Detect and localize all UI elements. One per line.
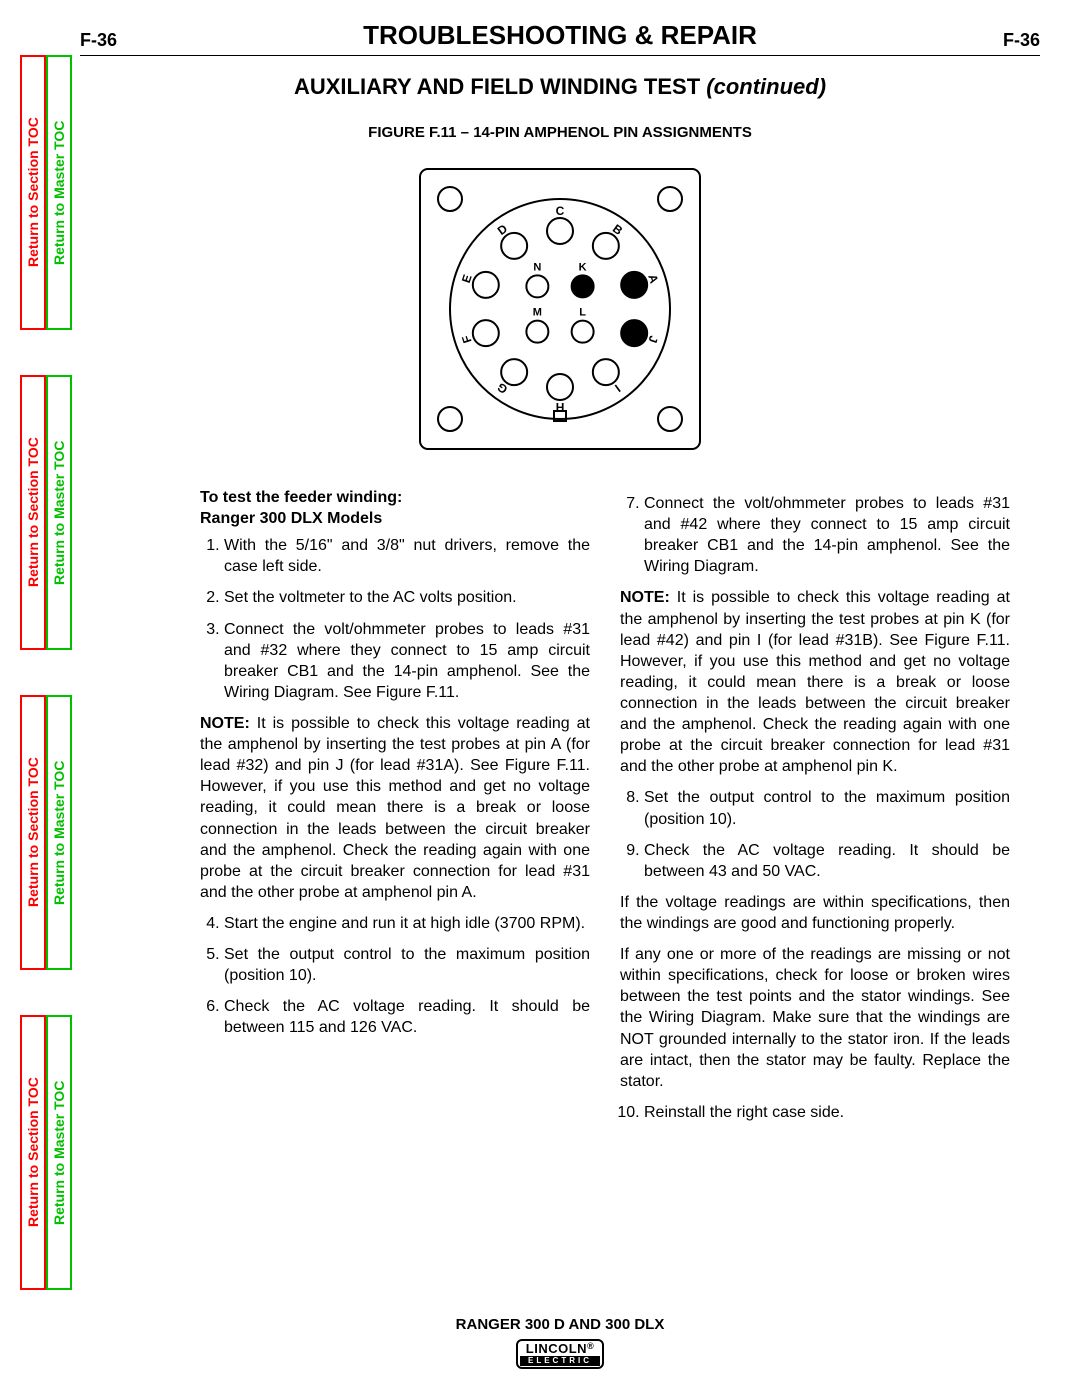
lincoln-electric-logo: LINCOLN® ELECTRIC [516, 1339, 604, 1369]
return-section-toc-link[interactable]: Return to Section TOC [20, 1015, 46, 1290]
pin-k [572, 275, 594, 297]
return-master-toc-link[interactable]: Return to Master TOC [46, 55, 72, 330]
pin-h [547, 374, 573, 400]
page-header: F-36 TROUBLESHOOTING & REPAIR F-36 [80, 20, 1040, 51]
procedure-steps-1-3: With the 5/16" and 3/8" nut drivers, rem… [200, 535, 590, 703]
footer-model: RANGER 300 D AND 300 DLX [80, 1316, 1040, 1333]
procedure-heading-line2: Ranger 300 DLX Models [200, 510, 382, 527]
test-title-continued: (continued) [706, 74, 826, 99]
side-nav-tabs: Return to Section TOC Return to Section … [20, 55, 72, 1335]
pin-label-l: L [579, 307, 586, 319]
step-2: Set the voltmeter to the AC volts positi… [224, 587, 590, 608]
step-1: With the 5/16" and 3/8" nut drivers, rem… [224, 535, 590, 577]
pin-label-a: A [645, 272, 661, 285]
note-2-label: NOTE: [620, 589, 670, 606]
pin-label-j: J [646, 334, 661, 345]
pin-i [593, 359, 619, 385]
step-9: Check the AC voltage reading. It should … [644, 840, 1010, 882]
left-column: To test the feeder winding: Ranger 300 D… [200, 487, 590, 1133]
page-footer: RANGER 300 D AND 300 DLX LINCOLN® ELECTR… [80, 1316, 1040, 1369]
return-master-toc-link[interactable]: Return to Master TOC [46, 375, 72, 650]
pin-b [593, 233, 619, 259]
note-1-text: It is possible to check this voltage rea… [200, 715, 590, 901]
step-5: Set the output control to the maximum po… [224, 944, 590, 986]
note-2: NOTE: It is possible to check this volta… [620, 587, 1010, 777]
procedure-steps-4-6: Start the engine and run it at high idle… [200, 913, 590, 1039]
pin-e [473, 272, 499, 298]
pin-label-k: K [579, 261, 587, 273]
logo-brand: LINCOLN [526, 1341, 587, 1356]
pin-f [473, 320, 499, 346]
step-4: Start the engine and run it at high idle… [224, 913, 590, 934]
pin-j [621, 320, 647, 346]
note-1-label: NOTE: [200, 715, 250, 732]
page-number-right: F-36 [1003, 30, 1040, 51]
step-3: Connect the volt/ohmmeter probes to lead… [224, 619, 590, 703]
procedure-step-7: Connect the volt/ohmmeter probes to lead… [620, 493, 1010, 577]
pin-label-h: H [556, 400, 565, 414]
test-title-text: AUXILIARY AND FIELD WINDING TEST [294, 74, 706, 99]
pin-label-i: I [612, 382, 623, 395]
return-section-toc-link[interactable]: Return to Section TOC [20, 695, 46, 970]
return-master-toc-link[interactable]: Return to Master TOC [46, 695, 72, 970]
step-6: Check the AC voltage reading. It should … [224, 996, 590, 1038]
procedure-heading-line1: To test the feeder winding: [200, 489, 402, 506]
logo-subbrand: ELECTRIC [520, 1356, 600, 1366]
logo-registered-icon: ® [587, 1341, 594, 1351]
header-rule [80, 55, 1040, 56]
pin-n [526, 275, 548, 297]
right-column: Connect the volt/ohmmeter probes to lead… [620, 487, 1010, 1133]
step-7: Connect the volt/ohmmeter probes to lead… [644, 493, 1010, 577]
pin-g [501, 359, 527, 385]
pin-label-c: C [556, 204, 565, 218]
step-8: Set the output control to the maximum po… [644, 787, 1010, 829]
pin-label-f: F [459, 334, 475, 345]
procedure-heading: To test the feeder winding: Ranger 300 D… [200, 487, 590, 529]
figure-caption: FIGURE F.11 – 14-PIN AMPHENOL PIN ASSIGN… [80, 124, 1040, 141]
return-section-toc-link[interactable]: Return to Section TOC [20, 375, 46, 650]
amphenol-diagram: CBAJIHGFED KLMN [410, 159, 710, 459]
pin-c [547, 218, 573, 244]
pin-d [501, 233, 527, 259]
pin-m [526, 321, 548, 343]
return-section-toc-link[interactable]: Return to Section TOC [20, 55, 46, 330]
pin-label-m: M [533, 307, 542, 319]
test-title: AUXILIARY AND FIELD WINDING TEST (contin… [80, 74, 1040, 100]
pin-a [621, 272, 647, 298]
section-title: TROUBLESHOOTING & REPAIR [117, 20, 1003, 51]
procedure-steps-8-9: Set the output control to the maximum po… [620, 787, 1010, 881]
return-master-toc-link[interactable]: Return to Master TOC [46, 1015, 72, 1290]
page-number-left: F-36 [80, 30, 117, 51]
pin-label-n: N [533, 261, 541, 273]
result-bad-paragraph: If any one or more of the readings are m… [620, 944, 1010, 1092]
page-content: F-36 TROUBLESHOOTING & REPAIR F-36 AUXIL… [80, 20, 1040, 1133]
result-ok-paragraph: If the voltage readings are within speci… [620, 892, 1010, 934]
pin-l [572, 321, 594, 343]
pin-label-e: E [459, 273, 475, 285]
note-1: NOTE: It is possible to check this volta… [200, 713, 590, 903]
note-2-text: It is possible to check this voltage rea… [620, 589, 1010, 775]
procedure-step-10: Reinstall the right case side. [620, 1102, 1010, 1123]
step-10: Reinstall the right case side. [644, 1102, 1010, 1123]
